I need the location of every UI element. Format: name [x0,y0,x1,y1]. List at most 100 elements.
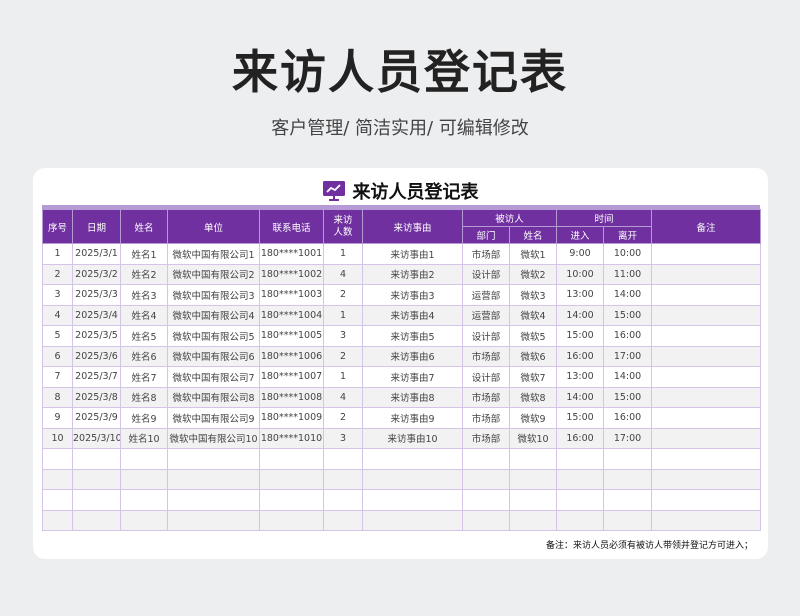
cell-name[interactable] [120,468,168,490]
cell-remark[interactable] [651,366,762,388]
cell-seq[interactable]: 9 [42,407,73,429]
cell-seq[interactable] [42,468,73,490]
cell-remark[interactable] [651,448,762,470]
cell-seq[interactable] [42,448,73,470]
cell-remark[interactable] [651,263,762,285]
cell-phone[interactable]: 180****1005 [259,325,324,347]
cell-count[interactable]: 4 [323,386,363,408]
cell-leave[interactable]: 15:00 [603,386,653,408]
cell-date[interactable]: 2025/3/1 [72,243,121,265]
cell-reason[interactable]: 来访事由8 [362,386,463,408]
cell-reason[interactable] [362,509,463,531]
cell-vname[interactable]: 微软4 [508,304,558,326]
cell-count[interactable]: 3 [323,427,363,449]
cell-leave[interactable]: 16:00 [603,407,653,429]
cell-seq[interactable]: 7 [42,366,73,388]
cell-unit[interactable] [167,509,260,531]
cell-remark[interactable] [651,386,762,408]
cell-seq[interactable] [42,509,73,531]
cell-reason[interactable]: 来访事由2 [362,263,463,285]
cell-unit[interactable]: 微软中国有限公司4 [167,304,260,326]
cell-dept[interactable] [462,448,510,470]
cell-leave[interactable] [603,468,653,490]
cell-count[interactable]: 1 [323,243,363,265]
cell-dept[interactable]: 市场部 [462,243,510,265]
cell-reason[interactable]: 来访事由7 [362,366,463,388]
cell-phone[interactable] [259,489,324,511]
cell-name[interactable] [120,489,168,511]
cell-seq[interactable]: 10 [42,427,73,449]
cell-date[interactable]: 2025/3/10 [72,427,121,449]
cell-leave[interactable]: 17:00 [603,345,653,367]
cell-vname[interactable] [508,468,558,490]
cell-unit[interactable]: 微软中国有限公司9 [167,407,260,429]
cell-leave[interactable]: 10:00 [603,243,653,265]
cell-unit[interactable]: 微软中国有限公司2 [167,263,260,285]
cell-unit[interactable]: 微软中国有限公司3 [167,284,260,306]
cell-seq[interactable]: 8 [42,386,73,408]
cell-vname[interactable]: 微软3 [508,284,558,306]
cell-unit[interactable] [167,448,260,470]
cell-vname[interactable]: 微软9 [508,407,558,429]
cell-count[interactable] [323,509,363,531]
cell-phone[interactable]: 180****1009 [259,407,324,429]
cell-enter[interactable]: 16:00 [556,427,605,449]
cell-reason[interactable]: 来访事由5 [362,325,463,347]
cell-phone[interactable]: 180****1004 [259,304,324,326]
cell-dept[interactable]: 市场部 [462,386,510,408]
cell-enter[interactable]: 15:00 [556,407,605,429]
cell-enter[interactable] [556,489,605,511]
cell-phone[interactable]: 180****1008 [259,386,324,408]
cell-seq[interactable]: 4 [42,304,73,326]
cell-dept[interactable]: 运营部 [462,284,510,306]
cell-enter[interactable]: 13:00 [556,366,605,388]
cell-unit[interactable]: 微软中国有限公司7 [167,366,260,388]
cell-date[interactable] [72,509,121,531]
cell-vname[interactable]: 微软1 [508,243,558,265]
cell-vname[interactable]: 微软5 [508,325,558,347]
cell-phone[interactable]: 180****1001 [259,243,324,265]
cell-leave[interactable]: 11:00 [603,263,653,285]
cell-dept[interactable]: 市场部 [462,427,510,449]
cell-leave[interactable] [603,489,653,511]
cell-enter[interactable] [556,468,605,490]
cell-enter[interactable]: 14:00 [556,386,605,408]
cell-leave[interactable] [603,509,653,531]
cell-phone[interactable] [259,448,324,470]
cell-count[interactable] [323,448,363,470]
cell-name[interactable]: 姓名8 [120,386,168,408]
cell-date[interactable]: 2025/3/7 [72,366,121,388]
cell-seq[interactable]: 1 [42,243,73,265]
cell-remark[interactable] [651,407,762,429]
cell-vname[interactable]: 微软7 [508,366,558,388]
cell-remark[interactable] [651,489,762,511]
cell-unit[interactable] [167,489,260,511]
cell-dept[interactable] [462,509,510,531]
cell-seq[interactable]: 2 [42,263,73,285]
cell-remark[interactable] [651,243,762,265]
cell-vname[interactable]: 微软2 [508,263,558,285]
cell-count[interactable] [323,468,363,490]
cell-phone[interactable]: 180****1010 [259,427,324,449]
cell-enter[interactable] [556,509,605,531]
cell-count[interactable]: 3 [323,325,363,347]
cell-remark[interactable] [651,468,762,490]
cell-phone[interactable] [259,468,324,490]
cell-reason[interactable] [362,448,463,470]
cell-name[interactable]: 姓名1 [120,243,168,265]
cell-enter[interactable]: 15:00 [556,325,605,347]
cell-unit[interactable]: 微软中国有限公司8 [167,386,260,408]
cell-enter[interactable] [556,448,605,470]
cell-date[interactable] [72,468,121,490]
cell-date[interactable]: 2025/3/2 [72,263,121,285]
cell-name[interactable]: 姓名2 [120,263,168,285]
cell-leave[interactable]: 14:00 [603,366,653,388]
cell-leave[interactable]: 14:00 [603,284,653,306]
cell-date[interactable]: 2025/3/4 [72,304,121,326]
cell-unit[interactable]: 微软中国有限公司6 [167,345,260,367]
cell-name[interactable] [120,509,168,531]
cell-dept[interactable]: 运营部 [462,304,510,326]
cell-name[interactable]: 姓名7 [120,366,168,388]
cell-dept[interactable]: 市场部 [462,407,510,429]
cell-name[interactable]: 姓名10 [120,427,168,449]
